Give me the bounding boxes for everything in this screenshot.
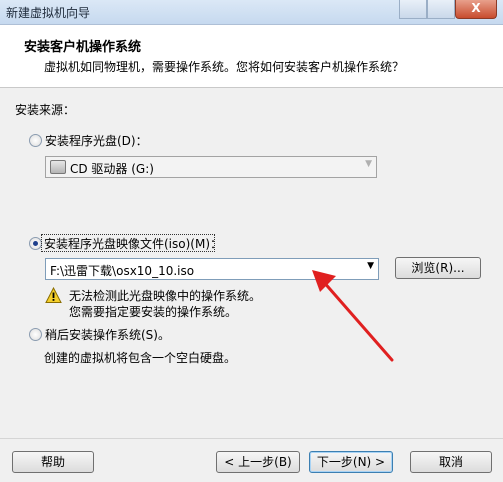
annotation-arrow [312,270,394,362]
disc-drive-value: CD 驱动器 (G:) [70,162,154,176]
close-button[interactable]: X [455,0,497,19]
warning-line-1: 无法检测此光盘映像中的操作系统。 [69,289,262,303]
chevron-down-icon: ▼ [365,159,372,169]
help-button[interactable]: 帮助 [12,451,94,473]
next-button[interactable]: 下一步(N) > [309,451,393,473]
window-title: 新建虚拟机向导 [6,6,91,20]
page-subtitle: 虚拟机如同物理机，需要操作系统。您将如何安装客户机操作系统？ [44,60,405,74]
cancel-button[interactable]: 取消 [410,451,492,473]
cd-drive-icon [50,160,66,174]
disc-drive-select[interactable]: CD 驱动器 (G:) ▼ [45,156,377,178]
iso-path-value[interactable]: F:\迅雷下载\osx10_10.iso [50,262,194,279]
warning-icon [45,287,62,303]
maximize-button[interactable] [427,0,455,19]
close-icon: X [471,1,481,15]
radio-install-disc[interactable] [29,134,42,147]
radio-install-iso-label[interactable]: 安装程序光盘映像文件(iso)(M)： [44,235,222,252]
page-title: 安装客户机操作系统 [24,40,142,55]
minimize-button[interactable] [399,0,427,19]
footer-divider [0,438,503,439]
install-later-note: 创建的虚拟机将包含一个空白硬盘。 [44,351,237,365]
radio-install-later[interactable] [29,328,42,341]
wizard-header: 安装客户机操作系统 虚拟机如同物理机，需要操作系统。您将如何安装客户机操作系统？ [0,25,503,88]
warning-line-2: 您需要指定要安装的操作系统。 [69,305,238,319]
title-bar: 新建虚拟机向导 X [0,0,503,25]
install-source-label: 安装来源： [15,103,76,117]
radio-install-disc-label[interactable]: 安装程序光盘(D)： [45,132,148,149]
back-button[interactable]: < 上一步(B) [216,451,300,473]
radio-install-later-label[interactable]: 稍后安装操作系统(S)。 [45,326,170,343]
